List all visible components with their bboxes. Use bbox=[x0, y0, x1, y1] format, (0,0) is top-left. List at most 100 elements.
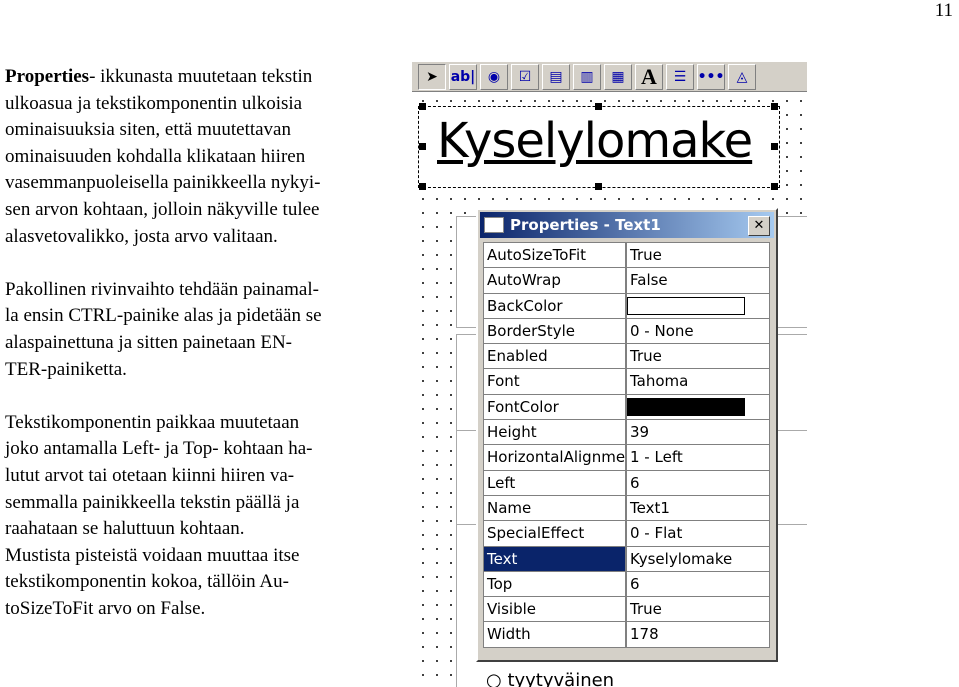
property-row[interactable]: Enabled True bbox=[484, 344, 769, 370]
more-icon[interactable]: ••• bbox=[697, 64, 725, 90]
property-name: Visible bbox=[484, 597, 627, 622]
close-button[interactable]: ✕ bbox=[748, 216, 770, 236]
property-name: AutoSizeToFit bbox=[484, 243, 627, 268]
combobox-icon[interactable]: ▥ bbox=[573, 64, 601, 90]
properties-title-bar[interactable]: Properties - Text1 bbox=[480, 212, 774, 238]
property-value[interactable]: True bbox=[627, 344, 769, 368]
text-line: raahataan se haluttuun kohtaan. bbox=[5, 518, 245, 540]
property-name: Name bbox=[484, 495, 627, 521]
radio-option[interactable]: ○ tyytyväinen bbox=[486, 670, 614, 687]
property-value[interactable] bbox=[627, 294, 769, 318]
property-name: Text bbox=[484, 546, 627, 571]
property-name: Top bbox=[484, 571, 627, 597]
property-row[interactable]: Width 178 bbox=[484, 622, 769, 647]
property-name: Enabled bbox=[484, 344, 627, 369]
text-line: ominaisuuksia siten, että muutettavan bbox=[5, 119, 291, 141]
text-line: la ensin CTRL-painike alas ja pidetään s… bbox=[5, 305, 322, 327]
image-icon[interactable]: ◬ bbox=[728, 64, 756, 90]
text-line: lutut arvot tai otetaan kiinni hiiren va… bbox=[5, 464, 295, 486]
property-name: SpecialEffect bbox=[484, 521, 627, 546]
properties-title: Properties - Text1 bbox=[510, 216, 661, 234]
property-value[interactable]: 6 bbox=[627, 572, 769, 596]
property-value[interactable]: 39 bbox=[627, 420, 769, 444]
property-value[interactable]: False bbox=[627, 268, 769, 292]
property-row[interactable]: AutoSizeToFit True bbox=[484, 243, 769, 269]
term-properties: Properties bbox=[5, 66, 90, 87]
text-line: Pakollinen rivinvaihto tehdään painamal- bbox=[5, 278, 319, 300]
page-number: 11 bbox=[934, 0, 953, 21]
property-row[interactable]: Top 6 bbox=[484, 571, 769, 598]
property-value[interactable] bbox=[627, 395, 769, 419]
property-value[interactable]: 0 - Flat bbox=[627, 521, 769, 545]
property-value[interactable]: 1 - Left bbox=[627, 445, 769, 469]
label-component[interactable]: Kyselylomake bbox=[418, 106, 780, 188]
property-name: AutoWrap bbox=[484, 268, 627, 293]
label-icon[interactable]: A bbox=[635, 64, 663, 90]
property-value[interactable]: 6 bbox=[627, 471, 769, 495]
property-row[interactable]: FontColor bbox=[484, 394, 769, 421]
pointer-icon[interactable]: ➤ bbox=[418, 64, 446, 90]
resize-handle[interactable] bbox=[595, 103, 602, 110]
property-row[interactable]: Font Tahoma bbox=[484, 369, 769, 395]
property-row[interactable]: Name Text1 bbox=[484, 495, 769, 522]
label-text: Kyselylomake bbox=[437, 113, 753, 169]
color-swatch[interactable] bbox=[627, 296, 745, 315]
resize-handle[interactable] bbox=[595, 183, 602, 190]
property-row[interactable]: Text Kyselylomake bbox=[484, 546, 769, 572]
resize-handle[interactable] bbox=[419, 143, 426, 150]
listbox-icon[interactable]: ▤ bbox=[542, 64, 570, 90]
property-name: HorizontalAlignment bbox=[484, 445, 627, 470]
resize-handle[interactable] bbox=[419, 183, 426, 190]
property-value[interactable]: Tahoma bbox=[627, 369, 769, 393]
property-name: Font bbox=[484, 369, 627, 394]
text-line: vasemmanpuoleisella painikkeella nykyi- bbox=[5, 172, 321, 194]
table-icon[interactable]: ▦ bbox=[604, 64, 632, 90]
property-row[interactable]: BackColor bbox=[484, 293, 769, 319]
option-button-icon[interactable]: ◉ bbox=[480, 64, 508, 90]
property-value[interactable]: 0 - None bbox=[627, 319, 769, 343]
property-name: BorderStyle bbox=[484, 318, 627, 344]
property-name: Height bbox=[484, 420, 627, 445]
text-line: alaspainettuna ja sitten painetaan EN- bbox=[5, 331, 292, 353]
paragraph: Tekstikomponentin paikkaa muutetaan joko … bbox=[5, 410, 400, 623]
property-name: Width bbox=[484, 622, 627, 647]
toolbox: ➤ ab| ◉ ☑ ▤ ▥ ▦ A ☰ ••• ◬ bbox=[412, 62, 807, 92]
color-swatch[interactable] bbox=[627, 397, 745, 416]
resize-handle[interactable] bbox=[771, 103, 778, 110]
text-line: TER-painiketta. bbox=[5, 358, 127, 380]
property-row[interactable]: HorizontalAlignment 1 - Left bbox=[484, 445, 769, 471]
text-line: joko antamalla Left- ja Top- kohtaan ha- bbox=[5, 438, 313, 460]
text-line: toSizeToFit arvo on False. bbox=[5, 597, 206, 619]
property-value[interactable]: 178 bbox=[627, 622, 769, 646]
resize-handle[interactable] bbox=[419, 103, 426, 110]
body-text: Properties- ikkunasta muutetaan tekstin u… bbox=[5, 64, 400, 649]
resize-handle[interactable] bbox=[771, 143, 778, 150]
property-row[interactable]: BorderStyle 0 - None bbox=[484, 318, 769, 345]
checkbox-icon[interactable]: ☑ bbox=[511, 64, 539, 90]
property-value[interactable]: Text1 bbox=[627, 496, 769, 520]
resize-handle[interactable] bbox=[771, 183, 778, 190]
properties-grid: AutoSizeToFit True AutoWrap False BackColor B… bbox=[483, 242, 770, 648]
numbered-list-icon[interactable]: ☰ bbox=[666, 64, 694, 90]
property-value[interactable]: True bbox=[627, 243, 769, 267]
property-name: BackColor bbox=[484, 293, 627, 318]
property-row[interactable]: Height 39 bbox=[484, 420, 769, 446]
properties-icon bbox=[484, 217, 504, 233]
property-row[interactable]: SpecialEffect 0 - Flat bbox=[484, 521, 769, 547]
property-row[interactable]: AutoWrap False bbox=[484, 268, 769, 294]
text-line: Tekstikomponentin paikkaa muutetaan bbox=[5, 411, 300, 433]
paragraph: Properties- ikkunasta muutetaan tekstin u… bbox=[5, 64, 400, 250]
property-value[interactable]: True bbox=[627, 597, 769, 621]
property-name: Left bbox=[484, 470, 627, 495]
property-value[interactable]: Kyselylomake bbox=[627, 547, 769, 571]
text-line: semmalla painikkeella tekstin päällä ja bbox=[5, 491, 300, 513]
text-line: Properties- ikkunasta muutetaan tekstin bbox=[5, 66, 313, 87]
paragraph: Pakollinen rivinvaihto tehdään painamal-… bbox=[5, 277, 400, 383]
textbox-icon[interactable]: ab| bbox=[449, 64, 477, 90]
property-name: FontColor bbox=[484, 394, 627, 420]
property-row[interactable]: Left 6 bbox=[484, 470, 769, 496]
text-line: sen arvon kohtaan, jolloin näkyville tul… bbox=[5, 198, 320, 220]
property-row[interactable]: Visible True bbox=[484, 597, 769, 623]
radio-icon: ○ bbox=[486, 670, 508, 687]
text-line: ulkoasua ja tekstikomponentin ulkoisia bbox=[5, 92, 303, 114]
